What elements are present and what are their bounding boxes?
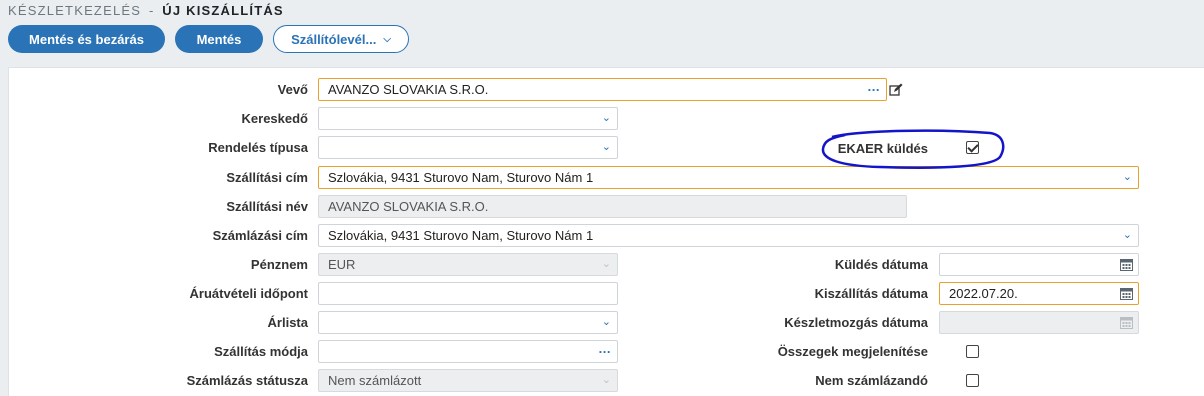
chevron-down-icon: ⌄ [1122, 171, 1132, 183]
chevron-down-icon: ⌄ [601, 141, 611, 153]
rendeles-tipusa-label: Rendelés típusa [208, 140, 308, 155]
penznem-value: EUR [328, 257, 356, 272]
szallitas-modja-input[interactable]: ... [318, 340, 618, 363]
delivery-note-dropdown-button[interactable]: Szállítólevél... ⌵ [273, 25, 409, 53]
breadcrumb: KÉSZLETKEZELÉS - ÚJ KISZÁLLÍTÁS [8, 3, 284, 18]
szallitasi-nev-field: AVANZO SLOVAKIA S.R.O. [318, 195, 907, 218]
arlista-select[interactable]: ⌄ [318, 311, 618, 334]
chevron-down-icon: ⌄ [1122, 229, 1132, 241]
lookup-dots-icon[interactable]: ... [868, 79, 880, 97]
keszletmozgas-datuma-input [939, 311, 1139, 334]
chevron-down-icon: ⌵ [383, 33, 391, 45]
szallitasi-nev-label: Szállítási név [226, 199, 308, 214]
kiszallitas-datuma-input[interactable]: 2022.07.20. [939, 282, 1139, 305]
szallitasi-cim-label: Szállítási cím [226, 170, 308, 185]
penznem-label: Pénznem [250, 257, 308, 272]
nem-szamlazando-checkbox[interactable] [966, 374, 979, 387]
penznem-select: EUR ⌄ [318, 253, 618, 276]
edit-icon[interactable] [889, 83, 903, 97]
vevo-value: AVANZO SLOVAKIA S.R.O. [328, 82, 489, 97]
calendar-icon [1120, 317, 1133, 329]
page-title: ÚJ KISZÁLLÍTÁS [162, 3, 284, 18]
save-button[interactable]: Mentés [175, 25, 263, 53]
kuldes-datuma-input[interactable] [939, 253, 1139, 276]
kiszallitas-datuma-value: 2022.07.20. [949, 286, 1018, 301]
keszletmozgas-datuma-label: Készletmozgás dátuma [784, 315, 928, 330]
annotation-circle [821, 129, 1005, 169]
kereskedo-label: Kereskedő [241, 111, 308, 126]
kiszallitas-datuma-label: Kiszállítás dátuma [814, 286, 928, 301]
chevron-down-icon: ⌄ [601, 316, 611, 328]
aruatveteli-idopont-label: Áruátvételi időpont [189, 286, 308, 301]
calendar-icon[interactable] [1120, 258, 1133, 271]
szallitasi-cim-value: Szlovákia, 9431 Sturovo Nam, Sturovo Nám… [328, 170, 594, 185]
szallitas-modja-label: Szállítás módja [214, 344, 308, 359]
save-and-close-button[interactable]: Mentés és bezárás [8, 25, 165, 53]
arlista-label: Árlista [267, 315, 308, 330]
szallitasi-nev-value: AVANZO SLOVAKIA S.R.O. [328, 199, 489, 214]
chevron-down-icon: ⌄ [601, 374, 611, 386]
kuldes-datuma-label: Küldés dátuma [834, 257, 928, 272]
breadcrumb-separator: - [148, 3, 155, 18]
osszegek-megjelenitese-label: Összegek megjelenítése [777, 344, 928, 359]
rendeles-tipusa-select[interactable]: ⌄ [318, 136, 618, 159]
szamlazas-statusza-select: Nem számlázott ⌄ [318, 369, 618, 392]
szamlazasi-cim-select[interactable]: Szlovákia, 9431 Sturovo Nam, Sturovo Nám… [318, 224, 1139, 247]
delivery-note-label: Szállítólevél... [291, 31, 377, 47]
aruatveteli-idopont-input[interactable] [318, 282, 618, 305]
chevron-down-icon: ⌄ [601, 112, 611, 124]
calendar-icon[interactable] [1120, 287, 1133, 300]
nem-szamlazando-label: Nem számlázandó [815, 373, 928, 388]
breadcrumb-parent[interactable]: KÉSZLETKEZELÉS [8, 3, 141, 18]
lookup-dots-icon[interactable]: ... [599, 341, 611, 359]
vevo-input[interactable]: AVANZO SLOVAKIA S.R.O. ... [318, 78, 887, 101]
szamlazas-statusza-label: Számlázás státusza [186, 373, 308, 388]
szamlazas-statusza-value: Nem számlázott [328, 373, 422, 388]
szamlazasi-cim-value: Szlovákia, 9431 Sturovo Nam, Sturovo Nám… [328, 228, 594, 243]
osszegek-megjelenitese-checkbox[interactable] [966, 345, 979, 358]
chevron-down-icon: ⌄ [601, 258, 611, 270]
kereskedo-select[interactable]: ⌄ [318, 107, 618, 130]
szamlazasi-cim-label: Számlázási cím [212, 228, 308, 243]
szallitasi-cim-select[interactable]: Szlovákia, 9431 Sturovo Nam, Sturovo Nám… [318, 166, 1139, 189]
vevo-label: Vevő [277, 82, 308, 97]
